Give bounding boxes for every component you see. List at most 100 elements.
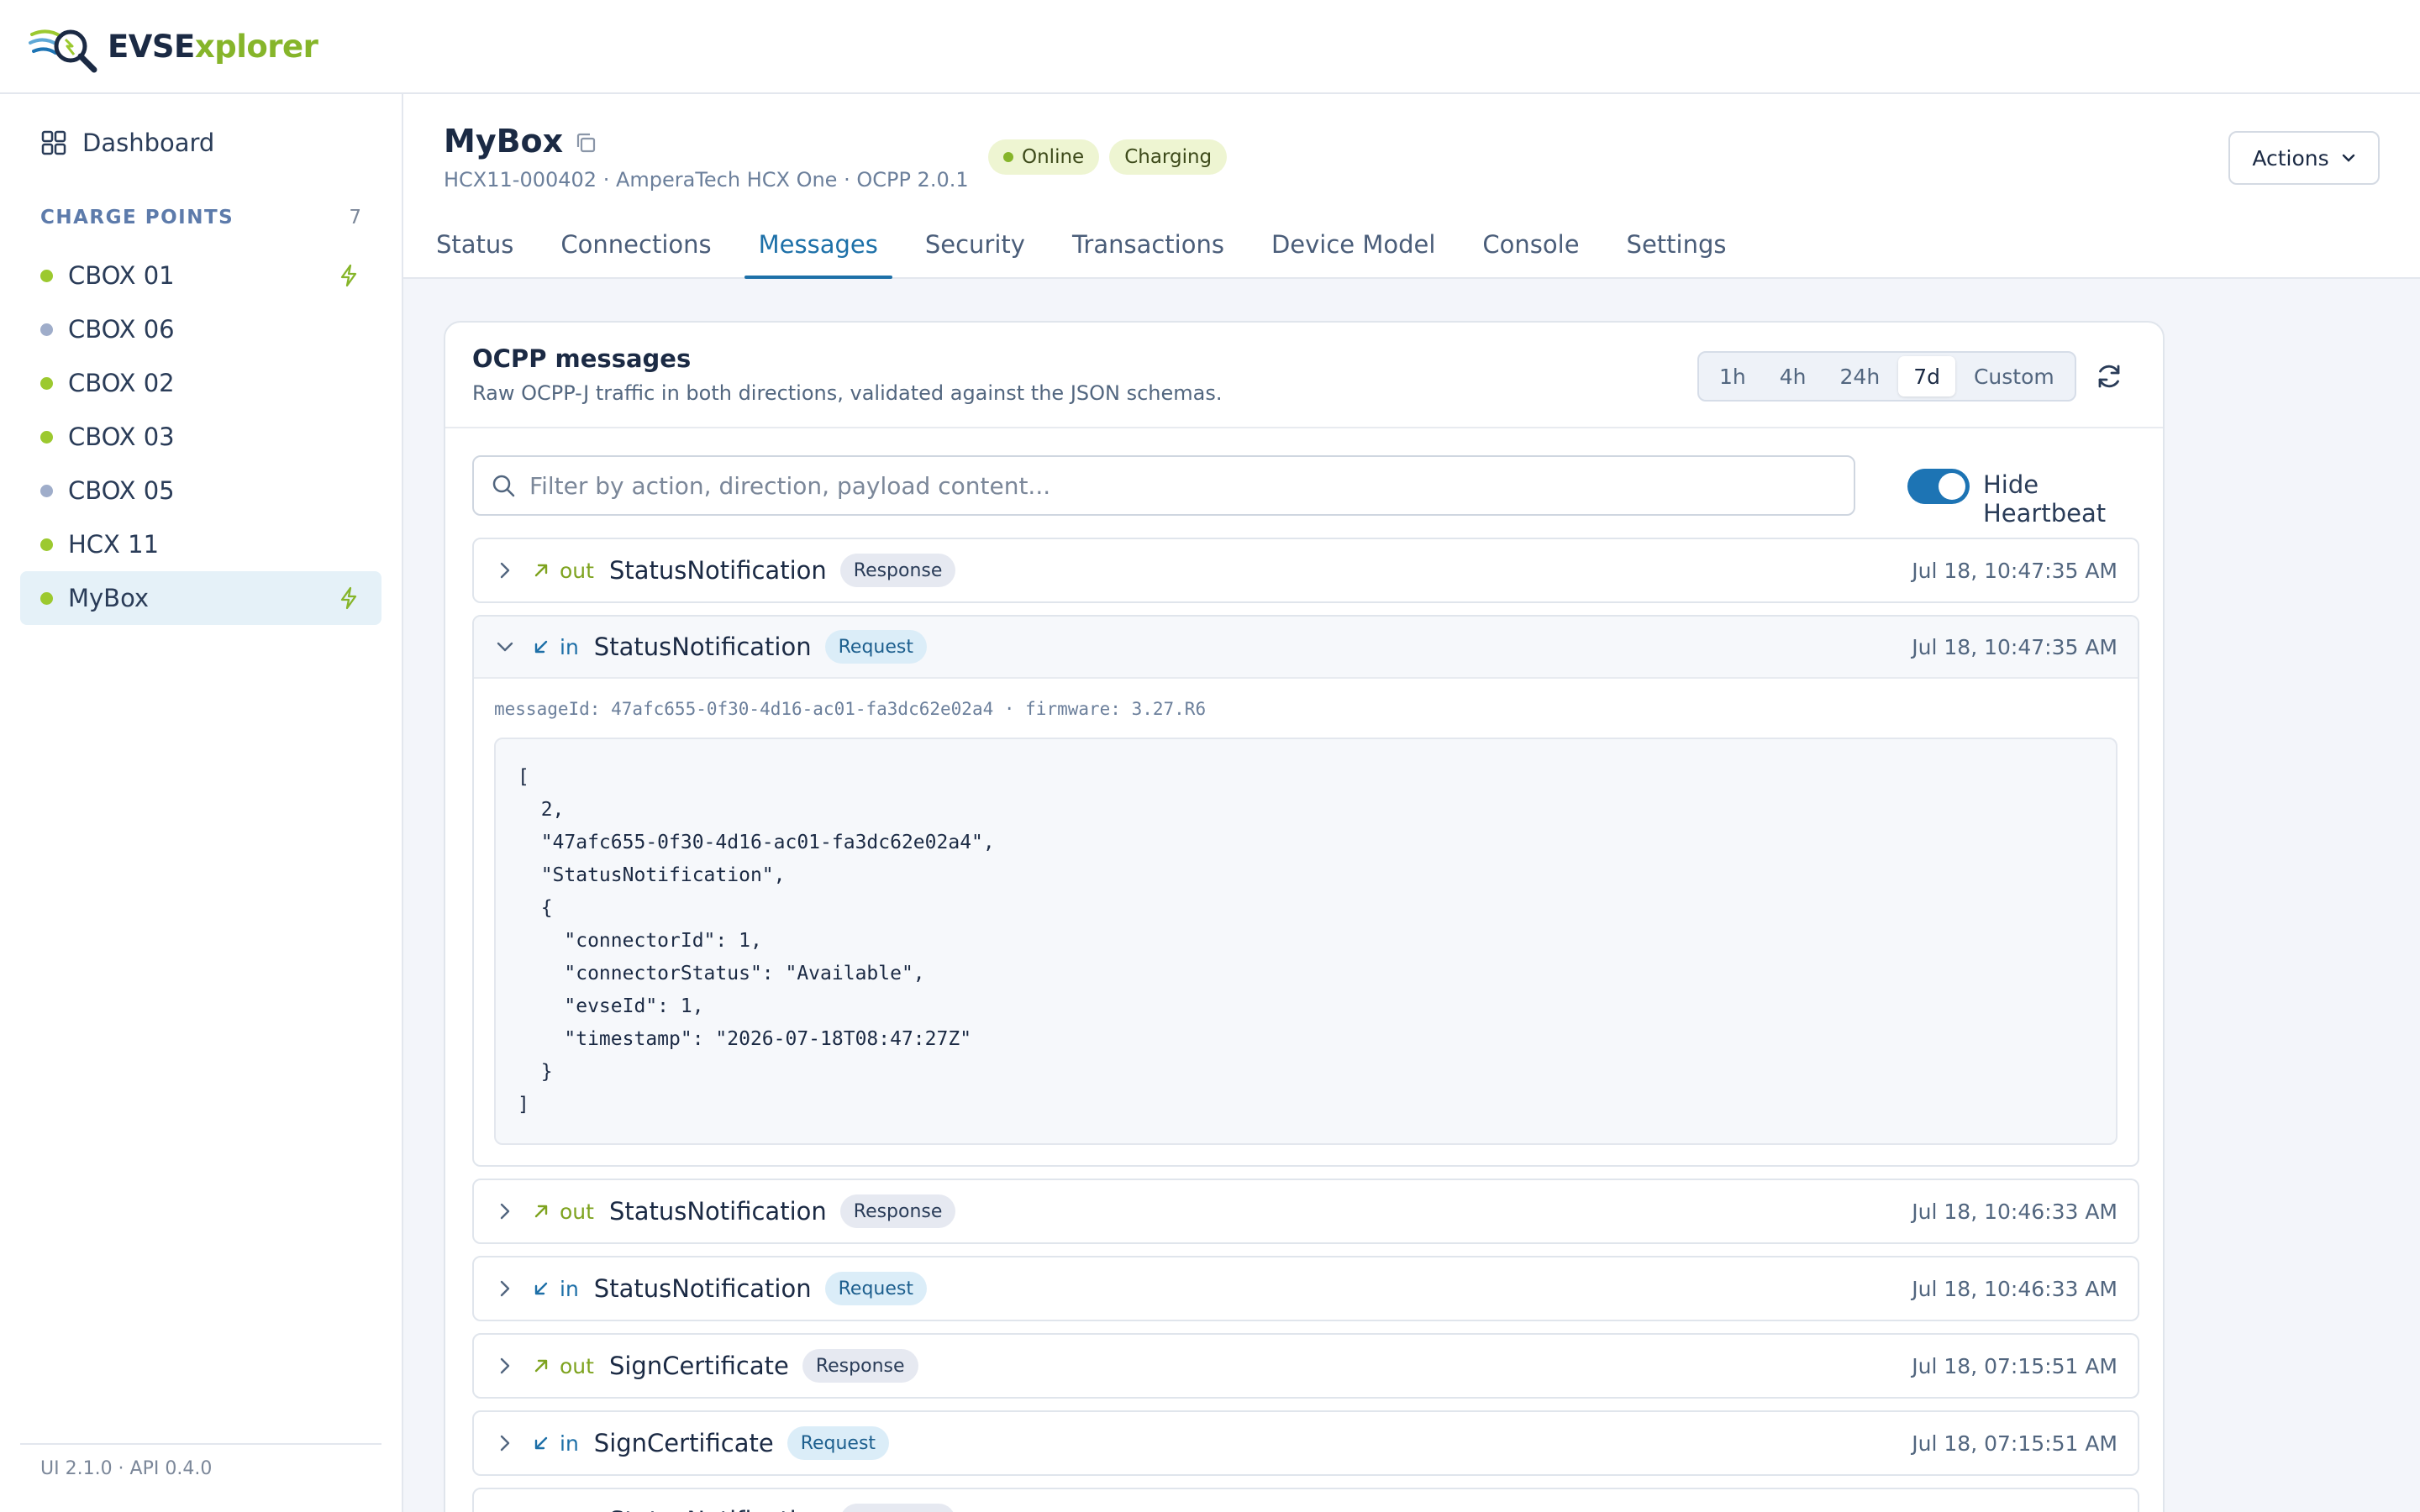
message-direction: in: [560, 634, 579, 659]
message-item: in SignCertificate Request Jul 18, 07:15:51…: [472, 1410, 2139, 1476]
chevron-right-icon[interactable]: [494, 1432, 516, 1454]
charge-point-name: CBOX 06: [68, 315, 175, 344]
message-timestamp: Jul 18, 06:49:11 AM: [1912, 1509, 2118, 1512]
message-action: SignCertificate: [593, 1429, 774, 1457]
status-dot: [40, 591, 53, 605]
chevron-right-icon[interactable]: [494, 1278, 516, 1299]
hide-heartbeat-toggle[interactable]: [1907, 469, 1970, 504]
sidebar-item-charge-point[interactable]: CBOX 03: [20, 410, 381, 464]
sidebar-item-charge-point[interactable]: MyBox: [20, 571, 381, 625]
tab-messages[interactable]: Messages: [744, 220, 893, 279]
message-action: StatusNotification: [609, 1506, 827, 1512]
chevron-down-icon: [2342, 154, 2354, 162]
ocpp-messages-card: OCPP messages Raw OCPP-J traffic in both…: [444, 321, 2165, 1512]
message-type-badge: Response: [839, 1504, 956, 1512]
charge-point-name: CBOX 05: [68, 476, 175, 505]
message-item: out SignCertificate Response Jul 18, 07:15:…: [472, 1333, 2139, 1399]
message-row[interactable]: out StatusNotification Response Jul 18, 10:…: [474, 1180, 2138, 1242]
copy-icon[interactable]: [573, 130, 598, 155]
payload-block: [ 2, "47afc655-0f30-4d16-ac01-fa3dc62e02…: [494, 738, 2118, 1145]
message-type-badge: Request: [824, 630, 927, 664]
charge-point-name: CBOX 02: [68, 369, 175, 397]
range-option-7d[interactable]: 7d: [1898, 356, 1955, 396]
status-dot: [1003, 152, 1013, 162]
tab-device-model[interactable]: Device Model: [1257, 220, 1449, 279]
sidebar-item-charge-point[interactable]: HCX 11: [20, 517, 381, 571]
grid-icon: [41, 130, 66, 155]
message-timestamp: Jul 18, 10:46:33 AM: [1912, 1276, 2118, 1301]
range-option-4h[interactable]: 4h: [1765, 356, 1822, 396]
message-row[interactable]: out SignCertificate Response Jul 18, 07:15:…: [474, 1335, 2138, 1397]
tab-settings[interactable]: Settings: [1612, 220, 1741, 279]
sidebar: Dashboard CHARGE POINTS 7 CBOX 01 CBOX 06…: [0, 94, 403, 1512]
status-dot: [40, 269, 53, 282]
message-direction: out: [560, 1509, 594, 1512]
message-row[interactable]: out StatusNotification Response Jul 18, 10:…: [474, 539, 2138, 601]
charge-point-name: HCX 11: [68, 530, 160, 559]
charge-points-heading: CHARGE POINTS 7: [40, 207, 361, 228]
message-row[interactable]: in StatusNotification Request Jul 18, 10:47…: [474, 617, 2138, 679]
message-item: in StatusNotification Request Jul 18, 10:46…: [472, 1256, 2139, 1321]
page-header: MyBox HCX11-000402 · AmperaTech HCX One …: [403, 94, 2420, 279]
card-subtitle: Raw OCPP-J traffic in both directions, v…: [472, 381, 1223, 405]
arrow-up-right-icon: [534, 1205, 548, 1218]
tab-connections[interactable]: Connections: [546, 220, 725, 279]
message-action: StatusNotification: [593, 633, 812, 661]
tab-console[interactable]: Console: [1468, 220, 1593, 279]
message-item: in StatusNotification Request Jul 18, 10:47…: [472, 615, 2139, 1167]
search-field: [472, 455, 1855, 516]
tab-security[interactable]: Security: [911, 220, 1039, 279]
status-dot: [40, 376, 53, 390]
tab-status[interactable]: Status: [422, 220, 528, 279]
sidebar-item-dashboard[interactable]: Dashboard: [20, 118, 381, 168]
chevron-right-icon[interactable]: [494, 1355, 516, 1377]
message-row[interactable]: in StatusNotification Request Jul 18, 10:46…: [474, 1257, 2138, 1320]
message-action: StatusNotification: [608, 1197, 827, 1226]
logo-icon[interactable]: [29, 19, 103, 73]
brand-name: EVSExplorer: [108, 28, 318, 65]
arrow-up-right-icon: [534, 564, 548, 577]
message-direction: in: [560, 1431, 579, 1456]
arrow-down-left-icon: [534, 640, 548, 654]
tab-transactions[interactable]: Transactions: [1058, 220, 1239, 279]
range-option-1h[interactable]: 1h: [1704, 356, 1761, 396]
sidebar-item-label: Dashboard: [82, 129, 215, 157]
message-direction: in: [560, 1276, 579, 1301]
message-item: out StatusNotification Response Jul 18, 10:…: [472, 538, 2139, 603]
chevron-right-icon[interactable]: [494, 1200, 516, 1222]
message-type-badge: Request: [786, 1426, 890, 1460]
message-type-badge: Request: [824, 1272, 927, 1305]
sidebar-item-charge-point[interactable]: CBOX 01: [20, 249, 381, 302]
top-bar: EVSExplorer: [0, 0, 2420, 94]
time-range-selector: 1h 4h 24h 7d Custom: [1697, 351, 2076, 402]
message-list: out StatusNotification Response Jul 18, 10:…: [472, 538, 2139, 1512]
range-option-custom[interactable]: Custom: [1959, 356, 2070, 396]
message-meta: messageId: 47afc655-0f30-4d16-ac01-fa3dc…: [494, 699, 1207, 719]
search-icon: [492, 475, 515, 497]
arrow-down-left-icon: [534, 1282, 548, 1295]
sidebar-item-charge-point[interactable]: CBOX 02: [20, 356, 381, 410]
message-type-badge: Response: [802, 1349, 918, 1383]
message-direction: out: [560, 558, 594, 583]
message-row[interactable]: in SignCertificate Request Jul 18, 07:15:51…: [474, 1412, 2138, 1474]
message-type-badge: Response: [839, 554, 956, 587]
message-action: SignCertificate: [608, 1352, 789, 1380]
charge-point-details: HCX11-000402 · AmperaTech HCX One · OCPP…: [444, 168, 969, 192]
message-timestamp: Jul 18, 10:47:35 AM: [1912, 634, 2118, 659]
hide-heartbeat-label: Hide Heartbeat: [1983, 470, 2107, 528]
charge-points-count: 7: [349, 207, 361, 228]
message-timestamp: Jul 18, 10:46:33 AM: [1912, 1199, 2118, 1224]
arrow-down-left-icon: [534, 1436, 548, 1450]
chevron-down-icon[interactable]: [494, 636, 516, 658]
message-timestamp: Jul 18, 07:15:51 AM: [1912, 1431, 2118, 1456]
actions-button[interactable]: Actions: [2228, 131, 2380, 185]
range-option-24h[interactable]: 24h: [1825, 356, 1896, 396]
chevron-right-icon[interactable]: [494, 559, 516, 581]
sidebar-item-charge-point[interactable]: CBOX 05: [20, 464, 381, 517]
message-row[interactable]: out StatusNotification Response Jul 18, 06:…: [474, 1489, 2138, 1512]
toggle-knob: [1939, 473, 1965, 500]
search-input[interactable]: [529, 471, 1840, 500]
arrow-up-right-icon: [534, 1359, 548, 1373]
sidebar-item-charge-point[interactable]: CBOX 06: [20, 302, 381, 356]
refresh-icon[interactable]: [2094, 361, 2124, 391]
